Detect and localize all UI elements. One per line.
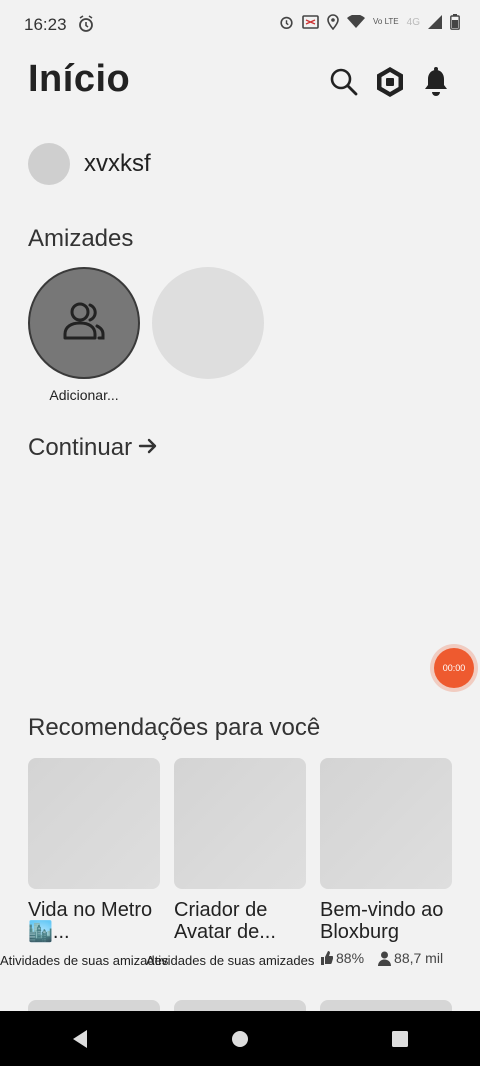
back-icon[interactable] bbox=[50, 1019, 110, 1059]
status-time: 16:23 bbox=[24, 15, 67, 34]
avatar bbox=[28, 143, 70, 185]
game-thumbnail bbox=[174, 758, 306, 889]
game-title: Criador de Avatar de... bbox=[174, 899, 276, 943]
add-friend-label: Adicionar... bbox=[49, 387, 119, 403]
game-card[interactable]: Vida no Metro 🏙️... bbox=[28, 758, 160, 943]
players-value: 88,7 mil bbox=[394, 950, 444, 966]
username: xvxksf bbox=[84, 150, 151, 177]
friends-section-title: Amizades bbox=[28, 225, 134, 252]
status-icons: Vo LTE 4G bbox=[279, 14, 460, 30]
recents-icon[interactable] bbox=[370, 1019, 430, 1059]
home-icon[interactable] bbox=[210, 1019, 270, 1059]
cast-icon bbox=[302, 15, 319, 29]
page-title: Início bbox=[28, 58, 131, 100]
status-bar: 16:23 Vo LTE 4G bbox=[0, 0, 480, 50]
recommendations-title: Recomendações para você bbox=[28, 714, 321, 741]
location-icon bbox=[327, 14, 339, 30]
continue-section-link[interactable]: Continuar bbox=[28, 434, 158, 462]
volte-indicator: Vo LTE bbox=[373, 17, 399, 26]
thumbs-up-icon bbox=[320, 951, 333, 965]
friend-avatar-placeholder bbox=[152, 267, 264, 379]
system-nav-bar bbox=[0, 1011, 480, 1066]
add-friend-button[interactable] bbox=[28, 267, 140, 379]
header-actions bbox=[328, 64, 452, 100]
game-thumbnail bbox=[28, 758, 160, 889]
friends-icon bbox=[59, 300, 109, 347]
arrow-right-icon bbox=[138, 434, 158, 462]
home-screen: 16:23 Vo LTE 4G Início xvxksf Amizades A… bbox=[0, 0, 480, 1066]
rating-stat: 88% bbox=[320, 950, 364, 966]
alarm-icon bbox=[279, 14, 294, 30]
game-card[interactable]: Bem-vindo ao Bloxburg bbox=[320, 758, 452, 943]
screen-recording-timer[interactable]: 00:00 bbox=[434, 648, 474, 688]
continue-title: Continuar bbox=[28, 434, 133, 461]
person-icon bbox=[378, 951, 392, 966]
players-stat: 88,7 mil bbox=[378, 950, 443, 966]
wifi-icon bbox=[347, 15, 365, 29]
game-card[interactable]: Criador de Avatar de... bbox=[174, 758, 306, 943]
game-friend-activity: Atividades de suas amizades bbox=[146, 953, 315, 968]
network-type: 4G bbox=[406, 16, 420, 28]
game-stats: 88% 88,7 mil bbox=[320, 950, 443, 966]
robux-icon[interactable] bbox=[374, 64, 406, 100]
game-thumbnail bbox=[320, 758, 452, 889]
game-title: Vida no Metro 🏙️... bbox=[28, 899, 153, 943]
profile-row[interactable]: xvxksf bbox=[28, 143, 151, 185]
alarm-icon bbox=[78, 15, 94, 38]
search-icon[interactable] bbox=[328, 64, 360, 100]
game-title: Bem-vindo ao Bloxburg bbox=[320, 899, 444, 943]
signal-icon bbox=[428, 15, 442, 29]
rating-value: 88% bbox=[336, 950, 365, 966]
battery-icon bbox=[450, 14, 460, 30]
bell-icon[interactable] bbox=[420, 64, 452, 100]
game-friend-activity: Atividades de suas amizades bbox=[0, 953, 169, 968]
